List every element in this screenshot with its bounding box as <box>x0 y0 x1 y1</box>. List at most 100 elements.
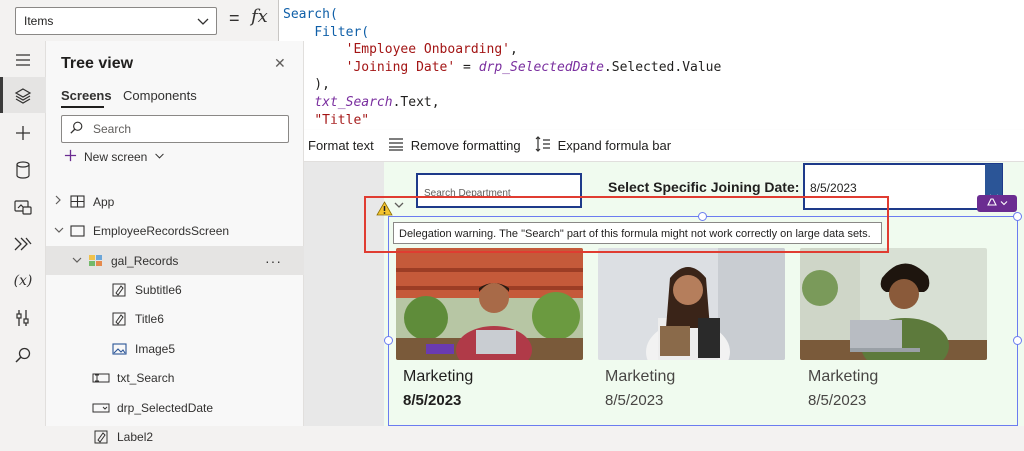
tree-node-label: gal_Records <box>111 253 179 268</box>
card-date: 8/5/2023 <box>403 392 462 409</box>
remove-formatting-label: Remove formatting <box>410 138 521 153</box>
dropdown-icon <box>92 401 110 415</box>
chevron-right-icon[interactable] <box>54 195 68 208</box>
tree-node-employeerecordsscreen[interactable]: EmployeeRecordsScreen <box>46 216 304 245</box>
image-icon <box>110 342 128 356</box>
date-label: Select Specific Joining Date: <box>608 179 800 195</box>
tree-node-label: txt_Search <box>117 370 175 385</box>
formula-token: , <box>510 42 518 58</box>
tree-node-label: EmployeeRecordsScreen <box>93 223 230 238</box>
formula-line: Filter( <box>283 24 1020 42</box>
expand-icon <box>535 136 551 155</box>
formula-token: 'Employee Onboarding' <box>345 42 510 58</box>
resize-handle-left[interactable] <box>384 336 393 345</box>
resize-handle-top-right[interactable] <box>1013 212 1022 221</box>
expand-formula-bar-button[interactable]: Expand formula bar <box>535 136 671 155</box>
tree-node-app[interactable]: App <box>46 187 304 216</box>
tree-node-image5[interactable]: Image5 <box>46 334 304 363</box>
chevron-down-icon <box>1000 198 1008 209</box>
media-icon[interactable] <box>12 196 34 218</box>
tree-node-title6[interactable]: Title6 <box>46 304 304 333</box>
chevron-down-icon <box>196 14 210 31</box>
tab-components[interactable]: Components <box>123 88 197 103</box>
tree-node-subtitle6[interactable]: Subtitle6 <box>46 275 304 304</box>
fx-icon: fx <box>251 6 268 27</box>
formula-line: ), <box>283 76 1020 94</box>
remove-formatting-button[interactable]: Remove formatting <box>388 137 521 154</box>
equals-sign: = <box>229 8 240 28</box>
tab-active-underline <box>61 106 104 108</box>
search-icon[interactable] <box>12 344 34 366</box>
gallery-icon <box>86 254 104 268</box>
copilot-chip[interactable] <box>977 195 1017 212</box>
formula-token: .Selected.Value <box>603 59 722 75</box>
search-icon <box>70 121 83 137</box>
remove-formatting-icon <box>388 137 404 154</box>
plus-icon <box>64 149 77 165</box>
more-options-icon[interactable]: ··· <box>265 253 282 269</box>
tab-screens[interactable]: Screens <box>61 88 112 103</box>
insert-plus-icon[interactable] <box>12 122 34 144</box>
chevron-down-icon[interactable] <box>54 225 68 237</box>
tree-search-input[interactable]: Search <box>61 115 289 143</box>
tree-node-label: Subtitle6 <box>135 282 182 297</box>
property-selector[interactable]: Items <box>15 7 217 35</box>
new-screen-button[interactable]: New screen <box>64 149 165 165</box>
formula-line: txt_Search.Text, <box>283 94 1020 112</box>
textinput-icon <box>92 371 110 385</box>
date-dropdown-value: 8/5/2023 <box>810 181 857 195</box>
card-image <box>800 248 987 360</box>
close-icon[interactable]: ✕ <box>274 55 286 72</box>
card-image <box>598 248 785 360</box>
formula-token: Search( <box>283 7 338 22</box>
formula-token <box>283 25 314 40</box>
formula-token: Filter( <box>314 24 370 40</box>
formula-line: Search( <box>283 6 1020 24</box>
tree-node-label2[interactable]: Label2 <box>46 422 304 451</box>
tree-node-label: drp_SelectedDate <box>117 400 214 415</box>
tree-node-txt-search[interactable]: txt_Search <box>46 363 304 392</box>
resize-handle-right[interactable] <box>1013 336 1022 345</box>
highlight-box <box>364 196 889 253</box>
card-date: 8/5/2023 <box>605 392 664 409</box>
app-icon <box>68 195 86 209</box>
tree-node-label: App <box>93 194 115 209</box>
property-selector-value: Items <box>24 14 54 28</box>
layers-icon[interactable] <box>12 85 34 107</box>
tree-view-title: Tree view <box>61 55 134 72</box>
screen-icon <box>68 224 86 238</box>
chevron-down-icon <box>154 150 165 164</box>
tree-node-label: Title6 <box>135 311 164 326</box>
card-image <box>396 248 583 360</box>
data-cylinder-icon[interactable] <box>12 159 34 181</box>
tree-node-label: Image5 <box>135 341 176 356</box>
card-department: Marketing <box>808 368 879 385</box>
formula-editor[interactable]: Search( Filter( 'Employee Onboarding', '… <box>278 0 1024 130</box>
formula-token: txt_Search <box>314 94 393 110</box>
tree-node-label: Label2 <box>117 429 154 444</box>
format-text-label: Format text <box>308 138 374 153</box>
formula-toolbar: Format text Remove formatting Expand for… <box>278 130 1024 162</box>
card-department: Marketing <box>605 368 676 385</box>
new-screen-label: New screen <box>84 150 148 164</box>
left-icon-rail: (x) <box>0 41 46 426</box>
power-automate-icon[interactable] <box>12 233 34 255</box>
formula-token: .Text, <box>392 94 440 110</box>
expand-formula-bar-label: Expand formula bar <box>557 138 672 153</box>
formula-token: drp_SelectedDate <box>478 59 604 75</box>
chevron-down-icon[interactable] <box>72 255 86 267</box>
label-icon <box>110 312 128 326</box>
variables-icon[interactable]: (x) <box>12 270 34 292</box>
copilot-icon <box>986 197 998 210</box>
advanced-tools-icon[interactable] <box>12 307 34 329</box>
tree-node-gal-records[interactable]: gal_Records ··· <box>46 246 304 275</box>
hamburger-menu-icon[interactable] <box>12 49 34 71</box>
formula-line: 'Joining Date' = drp_SelectedDate.Select… <box>283 59 1020 77</box>
tree-search-placeholder: Search <box>93 122 132 136</box>
formula-fade <box>278 122 1024 130</box>
label-icon <box>110 283 128 297</box>
tree-view-pane: Tree view ✕ Screens Components Search Ne… <box>46 41 304 444</box>
formula-token: 'Joining Date' <box>345 59 456 75</box>
card-department: Marketing <box>403 368 474 385</box>
tree-node-drp-selecteddate[interactable]: drp_SelectedDate <box>46 393 304 422</box>
